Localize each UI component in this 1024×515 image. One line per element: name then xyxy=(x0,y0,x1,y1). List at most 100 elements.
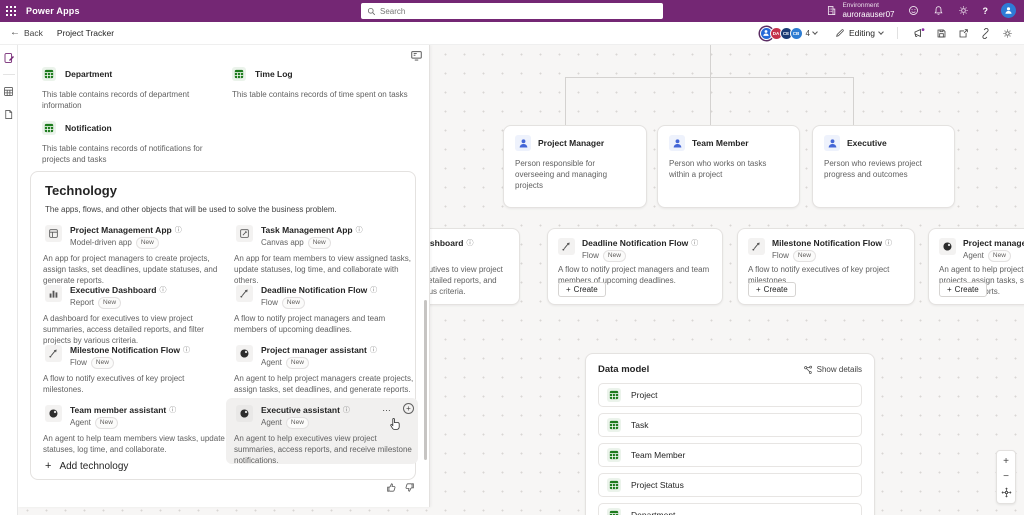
technology-item[interactable]: Project manager assistant ⓘ Agent New An a… xyxy=(234,344,416,402)
agent-icon xyxy=(939,238,956,255)
data-model-table-row[interactable]: Project xyxy=(598,383,862,407)
dislike-icon[interactable] xyxy=(404,482,415,493)
role-card[interactable]: Project Manager Person responsible for o… xyxy=(503,125,647,208)
zoom-in-icon[interactable]: + xyxy=(1003,456,1009,467)
connector-line xyxy=(853,77,854,125)
save-icon[interactable] xyxy=(934,26,948,40)
info-icon[interactable]: ⓘ xyxy=(175,225,182,235)
data-model-table-row[interactable]: Department xyxy=(598,503,862,515)
tech-card[interactable]: Milestone Notification Flow ⓘ Flow New A f… xyxy=(737,228,915,305)
info-icon[interactable]: ⓘ xyxy=(183,345,190,355)
technology-item-type: Agent xyxy=(261,418,282,428)
table-name: Department xyxy=(631,510,676,515)
editing-mode-dropdown[interactable]: Editing xyxy=(835,28,884,38)
search-input[interactable] xyxy=(380,6,657,16)
environment-switcher[interactable]: Environment auroraauser07 xyxy=(826,2,895,19)
table-name: Project Status xyxy=(631,480,684,490)
info-icon[interactable]: ⓘ xyxy=(466,238,473,248)
technology-item-type: Canvas app xyxy=(261,238,304,248)
technology-item[interactable]: Executive assistant ⓘ Agent New An agent t… xyxy=(226,398,418,465)
tables-icon[interactable] xyxy=(2,84,16,98)
info-icon[interactable]: ⓘ xyxy=(691,238,698,248)
table-description: This table contains records of notificat… xyxy=(42,144,203,164)
table-item[interactable]: Notification This table contains records… xyxy=(42,121,227,166)
role-card[interactable]: Team Member Person who works on tasks wi… xyxy=(657,125,800,208)
tech-card[interactable]: Project manager assistantⓘ AgentNew An a… xyxy=(928,228,1024,305)
table-item[interactable]: Department This table contains records o… xyxy=(42,67,227,112)
canvas-app-icon xyxy=(236,225,253,242)
table-name: Task xyxy=(631,420,649,430)
tech-card-type: Flow xyxy=(772,251,789,261)
info-icon[interactable]: ⓘ xyxy=(159,285,166,295)
link-icon[interactable] xyxy=(978,26,992,40)
settings-icon[interactable] xyxy=(958,5,970,17)
technology-item[interactable]: Milestone Notification Flow ⓘ Flow New A f… xyxy=(43,344,225,402)
account-icon[interactable] xyxy=(1001,3,1016,19)
technology-item[interactable]: Project Management App ⓘ Model-driven app… xyxy=(43,224,225,285)
info-icon[interactable]: ⓘ xyxy=(343,405,350,415)
info-icon[interactable]: ⓘ xyxy=(885,238,892,248)
new-badge: New xyxy=(987,250,1011,262)
table-description: This table contains records of time spen… xyxy=(232,90,408,99)
info-icon[interactable]: ⓘ xyxy=(370,345,377,355)
role-card[interactable]: Executive Person who reviews project pro… xyxy=(812,125,955,208)
flow-icon xyxy=(236,285,253,302)
present-icon[interactable] xyxy=(410,49,423,62)
zoom-out-icon[interactable]: − xyxy=(1003,471,1009,482)
technology-item[interactable]: Team member assistant ⓘ Agent New An agent… xyxy=(43,404,225,462)
technology-item-description: An app for project managers to create pr… xyxy=(43,254,218,285)
notifications-icon[interactable] xyxy=(933,5,945,17)
table-name: Notification xyxy=(65,123,112,133)
avatar[interactable]: CB xyxy=(789,26,803,40)
app-name[interactable]: Power Apps xyxy=(26,6,80,16)
panel-scrollbar[interactable] xyxy=(424,300,427,460)
help-icon[interactable]: ? xyxy=(983,6,989,16)
table-item[interactable]: Time Log This table contains records of … xyxy=(232,67,417,101)
technology-item-description: An app for team members to view assigned… xyxy=(234,254,411,285)
waffle-icon[interactable] xyxy=(0,0,22,22)
plan-icon[interactable] xyxy=(2,51,16,65)
role-description: Person responsible for overseeing and ma… xyxy=(515,159,608,191)
data-model-table-row[interactable]: Team Member xyxy=(598,443,862,467)
app-checker-icon[interactable] xyxy=(1000,26,1014,40)
create-button[interactable]: +Create xyxy=(558,282,606,297)
tech-card[interactable]: Deadline Notification Flow ⓘ Flow New A fl… xyxy=(547,228,723,305)
environment-label: Environment xyxy=(842,2,879,10)
add-technology-button[interactable]: + Add technology xyxy=(45,460,128,472)
technology-item[interactable]: Task Management App ⓘ Canvas app New An ap… xyxy=(234,224,416,285)
search-box[interactable] xyxy=(361,3,663,19)
new-badge: New xyxy=(98,297,122,309)
more-icon[interactable]: … xyxy=(382,403,392,413)
feedback-controls xyxy=(386,482,415,493)
technology-item[interactable]: Deadline Notification Flow ⓘ Flow New A fl… xyxy=(234,284,416,342)
presence-avatars[interactable]: DA CE CB 4 xyxy=(759,26,818,40)
technology-item-name: Executive Dashboard xyxy=(70,285,157,295)
create-button[interactable]: +Create xyxy=(939,282,987,297)
tech-card-name: Project manager assistant xyxy=(963,238,1024,248)
info-icon[interactable]: ⓘ xyxy=(370,285,377,295)
new-badge: New xyxy=(94,417,118,429)
data-model-table-row[interactable]: Task xyxy=(598,413,862,437)
info-icon[interactable]: ⓘ xyxy=(356,225,363,235)
agent-icon xyxy=(45,405,62,422)
data-model-table-row[interactable]: Project Status xyxy=(598,473,862,497)
feedback-icon[interactable] xyxy=(908,5,920,17)
back-button[interactable]: ← Back xyxy=(10,28,43,39)
technology-item-name: Team member assistant xyxy=(70,405,167,415)
technology-title: Technology xyxy=(45,183,117,198)
open-icon[interactable]: + xyxy=(403,403,414,414)
share-icon[interactable] xyxy=(956,26,970,40)
like-icon[interactable] xyxy=(386,482,397,493)
new-badge: New xyxy=(90,357,114,369)
role-name: Team Member xyxy=(692,138,749,148)
comments-badge-icon[interactable] xyxy=(912,26,926,40)
info-icon[interactable]: ⓘ xyxy=(169,405,176,415)
fit-view-icon[interactable] xyxy=(1001,487,1012,498)
technology-item[interactable]: Executive Dashboard ⓘ Report New A dashboa… xyxy=(43,284,225,345)
create-button[interactable]: +Create xyxy=(748,282,796,297)
tech-card-type: Agent xyxy=(963,251,984,261)
show-details-button[interactable]: Show details xyxy=(803,365,862,375)
edit-icon xyxy=(835,28,845,38)
pages-icon[interactable] xyxy=(2,107,16,121)
role-description: Person who reviews project progress and … xyxy=(824,159,922,180)
